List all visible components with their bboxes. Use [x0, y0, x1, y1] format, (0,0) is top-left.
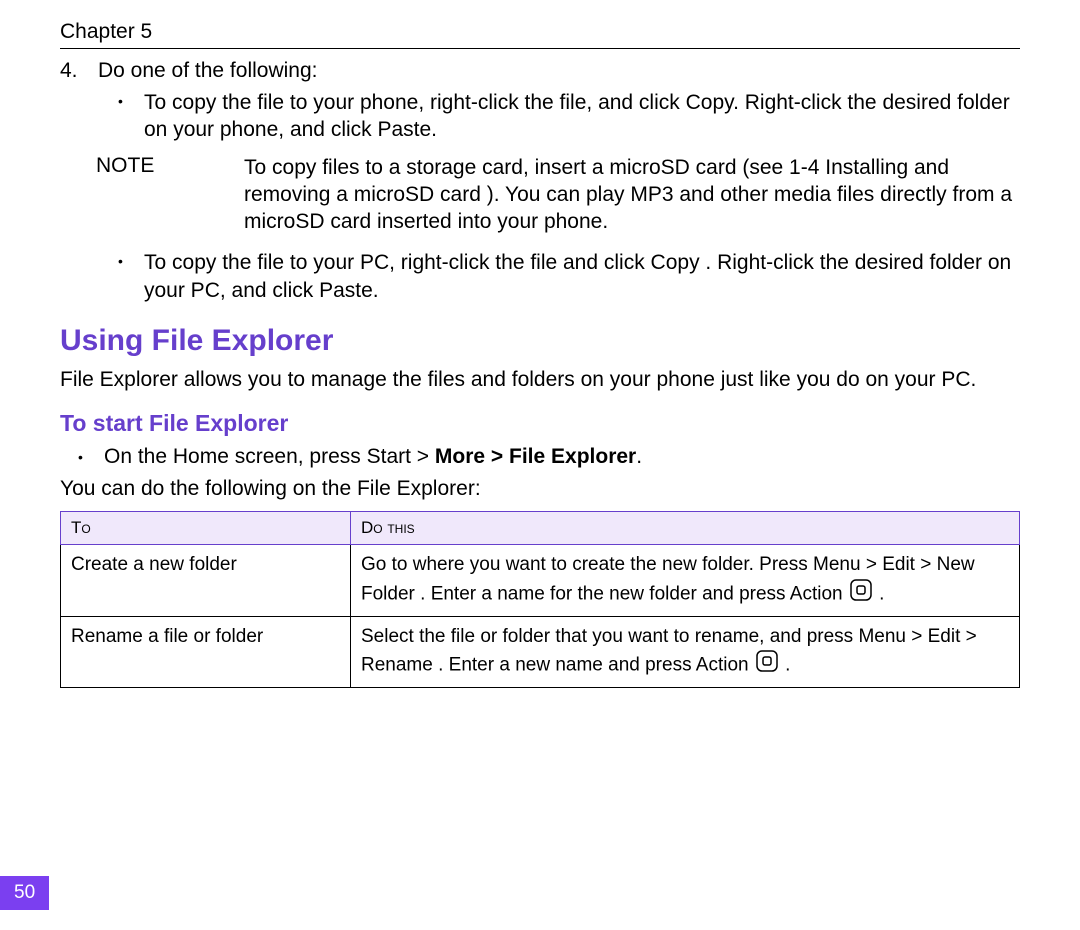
step-text: Do one of the following:: [98, 59, 1020, 83]
bullet-dot-icon: •: [118, 89, 144, 144]
note-text: To copy files to a storage card, insert …: [244, 154, 1020, 236]
action-button-icon: [756, 650, 778, 681]
file-explorer-actions-intro: You can do the following on the File Exp…: [60, 477, 1020, 501]
cell-text-a: Select the file or folder that you want …: [361, 626, 977, 676]
bullet-text: To copy the file to your PC, right-click…: [144, 249, 1020, 304]
note: NOTE To copy files to a storage card, in…: [96, 154, 1020, 236]
bullet-text: To copy the file to your phone, right-cl…: [144, 89, 1020, 144]
instr-bold: More > File Explorer: [435, 445, 636, 468]
instr-post: .: [636, 445, 642, 468]
heading-using-file-explorer: Using File Explorer: [60, 324, 1020, 358]
cell-text-b: .: [879, 583, 884, 604]
instruction-start: • On the Home screen, press Start > More…: [78, 445, 1020, 469]
note-label: NOTE: [96, 154, 244, 236]
sub-bullet-copy-to-phone: • To copy the file to your phone, right-…: [118, 89, 1020, 144]
table-cell-action: Create a new folder: [61, 545, 351, 616]
sub-bullet-copy-to-pc: • To copy the file to your PC, right-cli…: [118, 249, 1020, 304]
table-cell-instruction: Select the file or folder that you want …: [351, 616, 1020, 687]
table-row: Rename a file or folder Select the file …: [61, 616, 1020, 687]
table-row: Create a new folder Go to where you want…: [61, 545, 1020, 616]
file-explorer-intro: File Explorer allows you to manage the f…: [60, 366, 1020, 394]
file-explorer-table: To Do this Create a new folder Go to whe…: [60, 511, 1020, 687]
bullet-dot-icon: •: [118, 249, 144, 304]
action-button-icon: [850, 579, 872, 610]
heading-to-start-file-explorer: To start File Explorer: [60, 410, 1020, 437]
page-number: 50: [0, 876, 49, 910]
instruction-text: On the Home screen, press Start > More >…: [104, 445, 1020, 469]
step-number: 4.: [60, 59, 98, 83]
bullet-dot-icon: •: [78, 445, 104, 469]
table-header-to: To: [61, 512, 351, 545]
table-header-do-this: Do this: [351, 512, 1020, 545]
step-4: 4. Do one of the following:: [60, 59, 1020, 83]
cell-text-b: .: [785, 654, 790, 675]
table-cell-instruction: Go to where you want to create the new f…: [351, 545, 1020, 616]
table-cell-action: Rename a file or folder: [61, 616, 351, 687]
instr-pre: On the Home screen, press Start >: [104, 445, 435, 468]
chapter-header: Chapter 5: [60, 20, 1020, 49]
